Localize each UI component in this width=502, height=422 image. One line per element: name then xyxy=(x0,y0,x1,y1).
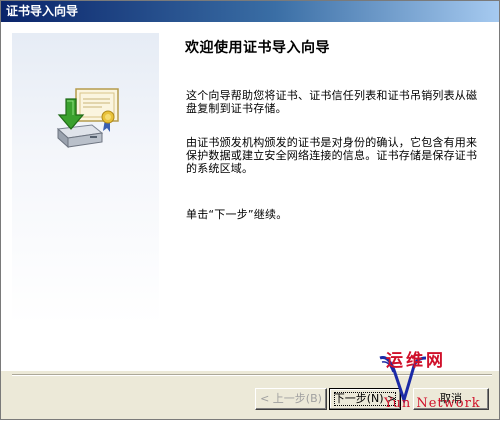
certificate-explanation: 由证书颁发机构颁发的证书是对身份的确认，它包含有用来保护数据或建立安全网络连接的… xyxy=(186,136,478,175)
wizard-description: 这个向导帮助您将证书、证书信任列表和证书吊销列表从磁盘复制到证书存储。 xyxy=(186,89,478,115)
next-button[interactable]: 下一步(N) > xyxy=(329,388,401,410)
certificate-import-wizard-window: 证书导入向导 欢迎使用证书导入向导 这个向导帮助您将证书、证书信任列表和证书吊销… xyxy=(0,0,500,420)
wizard-heading: 欢迎使用证书导入向导 xyxy=(185,40,330,56)
button-separator xyxy=(12,374,492,376)
back-button[interactable]: < 上一步(B) xyxy=(255,388,327,410)
wizard-welcome-page: 欢迎使用证书导入向导 这个向导帮助您将证书、证书信任列表和证书吊销列表从磁盘复制… xyxy=(1,22,499,371)
title-bar[interactable]: 证书导入向导 xyxy=(1,1,499,22)
certificate-import-icon xyxy=(56,88,119,149)
continue-instruction: 单击“下一步”继续。 xyxy=(186,208,288,221)
focus-rectangle xyxy=(334,392,396,406)
window-title: 证书导入向导 xyxy=(6,4,79,18)
wizard-side-panel xyxy=(12,33,159,325)
cancel-button[interactable]: 取消 xyxy=(413,388,489,410)
